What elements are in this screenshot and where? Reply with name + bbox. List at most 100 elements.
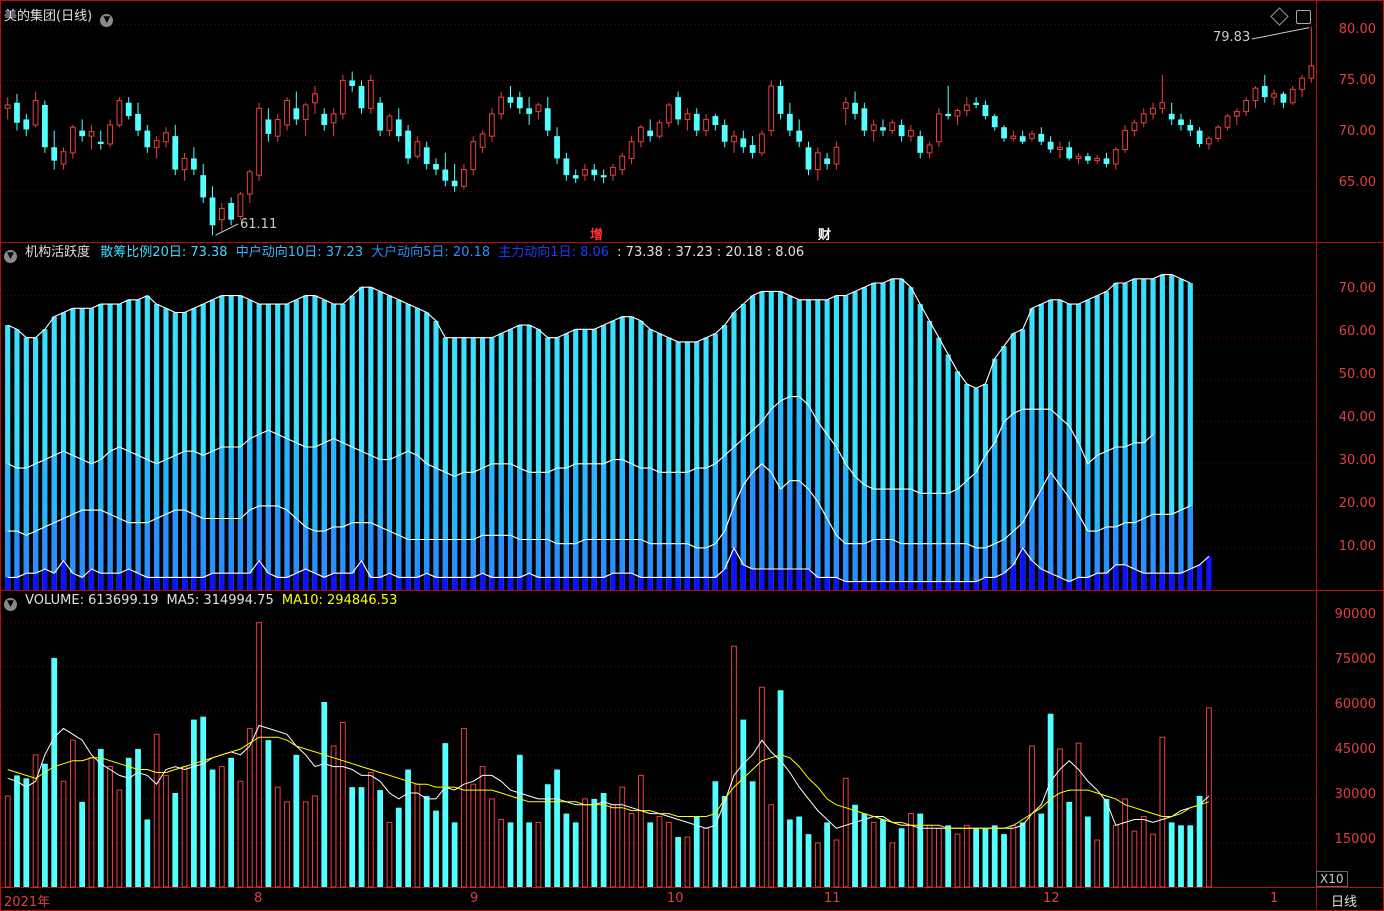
volume-bar <box>1019 822 1026 887</box>
candle-body <box>935 113 942 143</box>
main-bar <box>666 577 672 590</box>
candle-body <box>1075 155 1082 159</box>
volume-bar <box>572 822 579 887</box>
candle-body <box>563 158 570 176</box>
volume-bar <box>675 837 682 887</box>
candle-body <box>693 113 700 131</box>
main-bar <box>5 577 11 590</box>
window-icon[interactable] <box>1296 10 1311 24</box>
candle-body <box>1122 130 1128 151</box>
volume-bar <box>554 769 560 887</box>
candle-body <box>256 107 262 176</box>
volume-bar <box>1131 830 1138 888</box>
candle-body <box>870 124 877 132</box>
main-bar <box>1085 577 1091 590</box>
indicator-name: 机构活跃度 <box>25 245 91 260</box>
chevron-down-icon[interactable]: ▼ <box>4 250 17 263</box>
volume-bar <box>479 766 486 888</box>
x-axis-label: 10 <box>667 891 684 906</box>
candle-body <box>1057 146 1063 151</box>
main-bar <box>88 568 95 590</box>
main-bar <box>1169 573 1175 590</box>
volume-bar <box>1196 795 1203 887</box>
volume-tick: 60000 <box>1334 697 1376 712</box>
candle-body <box>97 141 104 144</box>
main-bar <box>228 573 234 590</box>
large-bar <box>1066 497 1072 590</box>
main-bar <box>917 581 923 590</box>
volume-bar <box>768 804 775 888</box>
main-bar <box>722 568 728 590</box>
main-bar <box>750 568 756 590</box>
candle-body <box>544 108 551 131</box>
chevron-down-icon[interactable]: ▼ <box>100 14 114 27</box>
chevron-down-icon[interactable]: ▼ <box>4 598 17 611</box>
volume-bar <box>97 748 104 887</box>
candle-body <box>619 155 626 171</box>
candle-body <box>647 130 654 137</box>
x-axis-label: 2021年 <box>4 895 51 910</box>
volume-bar <box>302 801 309 888</box>
volume-bar <box>600 793 607 887</box>
price-tick: 80.00 <box>1338 22 1376 37</box>
volume-unit-badge: X10 <box>1316 871 1348 887</box>
x-axis-label: 1 <box>1270 891 1279 906</box>
candle-body <box>507 97 514 103</box>
candle-body <box>1047 141 1054 150</box>
volume-bar <box>218 766 225 888</box>
volume-bar <box>833 839 840 888</box>
event-marker-cai[interactable]: 财 <box>818 224 831 243</box>
candle-body <box>656 122 663 137</box>
volume-bar <box>69 739 76 888</box>
volume-bar <box>42 763 48 887</box>
main-bar <box>107 573 113 590</box>
main-bar <box>154 577 160 590</box>
main-bar <box>610 573 616 590</box>
candle-body <box>1150 107 1156 115</box>
main-bar <box>684 577 690 590</box>
candle-body <box>1010 135 1017 139</box>
candle-body <box>591 169 598 176</box>
candle-body <box>163 132 169 143</box>
candle-body <box>4 104 11 109</box>
volume-bar <box>60 780 67 888</box>
volume-bar <box>731 645 737 888</box>
main-bar <box>694 577 700 590</box>
candle-body <box>1252 87 1259 101</box>
candle-body <box>88 131 95 137</box>
main-bar <box>545 577 551 590</box>
candle-body <box>284 99 290 126</box>
candle-body <box>740 138 747 148</box>
volume-tick: 30000 <box>1334 787 1376 802</box>
main-bar <box>1001 573 1007 590</box>
main-bar <box>777 568 784 590</box>
main-bar <box>256 560 262 590</box>
volume-bar <box>442 743 449 887</box>
volume-bar <box>349 787 356 887</box>
candle-body <box>1206 137 1212 145</box>
candle-body <box>1168 113 1175 120</box>
main-bar <box>200 577 206 590</box>
stock-chart-canvas[interactable] <box>0 0 1384 911</box>
candle-body <box>135 113 141 131</box>
volume-bar <box>991 825 998 887</box>
candle-body <box>1224 115 1231 128</box>
candle-body <box>461 169 467 187</box>
candle-body <box>675 97 682 120</box>
main-bar <box>163 577 169 590</box>
low-arrow <box>215 223 239 236</box>
candle-body <box>1271 93 1277 98</box>
volume-bar <box>740 719 747 887</box>
period-label[interactable]: 日线 <box>1331 891 1357 910</box>
candle-body <box>433 164 439 170</box>
main-bar <box>731 547 737 590</box>
price-tick: 65.00 <box>1338 175 1376 190</box>
volume-bar <box>498 818 505 888</box>
candle-body <box>358 86 365 109</box>
candle-body <box>330 113 337 124</box>
event-marker-zeng[interactable]: 增 <box>590 224 603 243</box>
candle-body <box>191 158 197 170</box>
candle-body <box>889 122 896 132</box>
main-bar <box>51 573 57 590</box>
price-panel-title: 美的集团(日线) <box>4 9 93 24</box>
